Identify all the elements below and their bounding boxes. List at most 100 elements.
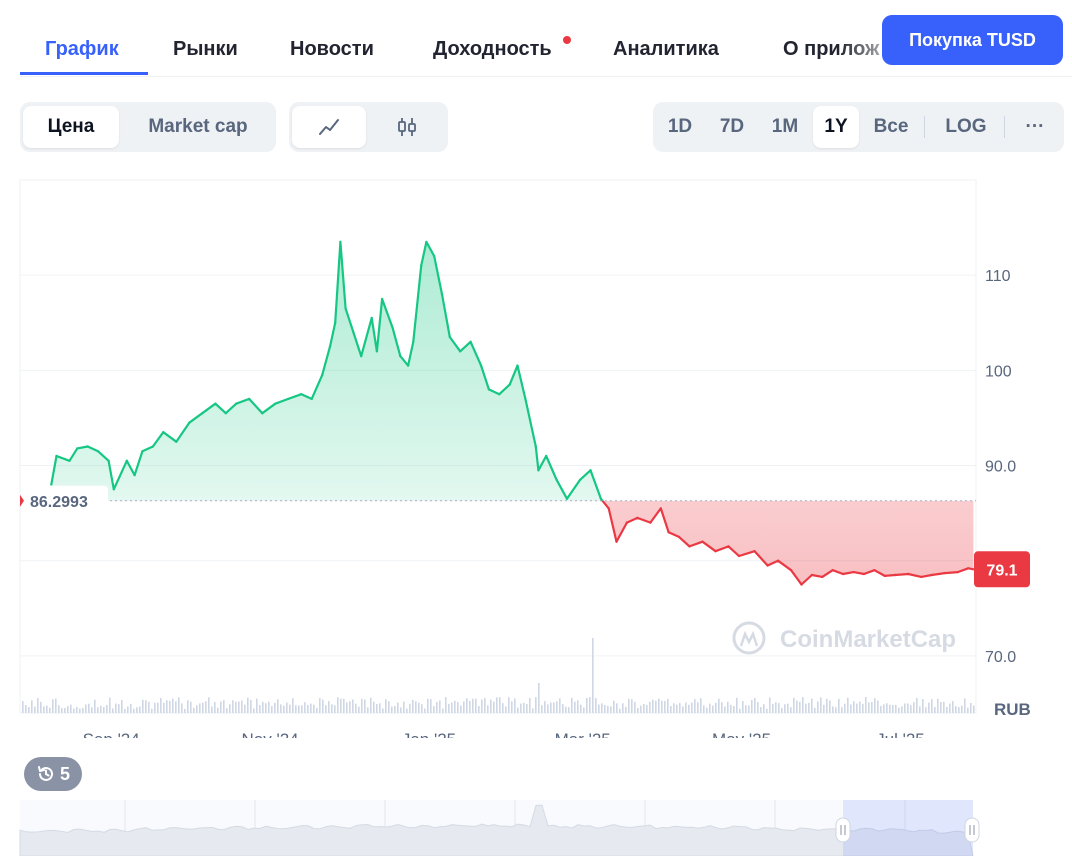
volume-bar xyxy=(898,707,900,713)
volume-bar xyxy=(124,708,126,713)
range-all-button[interactable]: Все xyxy=(864,106,918,148)
volume-bar xyxy=(94,699,96,713)
volume-bar xyxy=(397,702,399,713)
volume-bar xyxy=(439,700,441,713)
volume-bar xyxy=(34,706,36,713)
x-tick-label: Sep '24 xyxy=(83,730,140,738)
volume-bar xyxy=(40,701,42,713)
volume-bar xyxy=(748,705,750,713)
volume-bar xyxy=(436,701,438,713)
price-point xyxy=(352,331,355,334)
volume-bar xyxy=(658,698,660,713)
history-count: 5 xyxy=(59,763,70,784)
volume-bar xyxy=(247,697,249,713)
volume-bar xyxy=(340,698,342,713)
volume-bar xyxy=(238,701,240,713)
tab-chart[interactable]: График xyxy=(45,38,119,61)
volume-bar xyxy=(781,707,783,713)
tab-news[interactable]: Новости xyxy=(290,38,374,61)
volume-bar xyxy=(652,699,654,713)
volume-bar xyxy=(127,706,129,713)
price-point xyxy=(141,450,144,453)
volume-bar xyxy=(493,701,495,713)
price-button[interactable]: Цена xyxy=(23,106,119,148)
volume-bar xyxy=(802,697,804,713)
volume-bar xyxy=(97,707,99,713)
range-7d-button[interactable]: 7D xyxy=(707,106,757,148)
volume-bar xyxy=(814,707,816,713)
volume-bar xyxy=(448,703,450,713)
history-badge[interactable]: 5 xyxy=(24,757,82,791)
price-point xyxy=(287,397,290,401)
volume-bar xyxy=(874,698,876,713)
volume-bar xyxy=(445,697,447,713)
volume-bar xyxy=(604,705,606,713)
volume-bar xyxy=(574,701,576,713)
volume-bar xyxy=(895,704,897,713)
navigator-handle-right xyxy=(964,817,980,843)
buy-button[interactable]: Покупка TUSD xyxy=(882,15,1063,65)
volume-bar xyxy=(301,705,303,713)
tab-markets[interactable]: Рынки xyxy=(173,38,238,61)
volume-bar xyxy=(805,703,807,713)
volume-bar xyxy=(334,705,336,713)
volume-bar xyxy=(421,704,423,713)
price-point xyxy=(649,521,652,524)
range-1m-button[interactable]: 1M xyxy=(761,106,809,148)
price-point xyxy=(841,572,845,576)
tab-yield[interactable]: Доходность xyxy=(433,38,552,61)
volume-bar xyxy=(772,703,774,713)
candlestick-button[interactable] xyxy=(369,106,445,148)
line-chart-button[interactable] xyxy=(292,106,366,148)
volume-bar xyxy=(766,708,768,713)
volume-bar xyxy=(700,698,702,713)
volume-bar xyxy=(679,703,681,713)
tab-analytics[interactable]: Аналитика xyxy=(613,38,719,61)
volume-bar xyxy=(442,708,444,713)
range-1y-button[interactable]: 1Y xyxy=(813,106,859,148)
volume-bar xyxy=(367,707,369,713)
volume-bar xyxy=(79,708,81,713)
volume-bar xyxy=(916,697,918,713)
volume-bar xyxy=(469,700,471,713)
volume-bar xyxy=(967,707,969,713)
volume-bar xyxy=(754,698,756,713)
range-1d-button[interactable]: 1D xyxy=(657,106,703,148)
volume-bar xyxy=(88,703,90,713)
volume-bar xyxy=(712,705,714,713)
price-point xyxy=(727,545,730,548)
volume-bar xyxy=(715,702,717,713)
volume-bar xyxy=(511,701,513,713)
price-point xyxy=(800,583,803,586)
volume-bar xyxy=(961,705,963,713)
volume-bar xyxy=(325,705,327,713)
volume-bar xyxy=(70,704,72,713)
volume-bar xyxy=(310,703,312,713)
volume-bar xyxy=(433,706,435,713)
currency-label: RUB xyxy=(994,700,1031,719)
volume-bar xyxy=(547,704,549,713)
volume-bar xyxy=(949,703,951,713)
volume-bar xyxy=(532,708,534,713)
price-point xyxy=(907,572,910,576)
more-options-button[interactable]: ··· xyxy=(1010,106,1060,148)
price-point xyxy=(201,412,204,415)
volume-bar xyxy=(550,702,552,713)
price-point xyxy=(370,316,373,320)
volume-bar xyxy=(121,699,123,713)
volume-bar xyxy=(31,700,33,713)
volume-bar xyxy=(718,698,720,713)
volume-bar xyxy=(463,701,465,713)
navigator-selection xyxy=(843,800,973,856)
price-chart[interactable]: 70.0 90.0 100 110 CoinMarketCap 86.2993 79.1 RU… xyxy=(0,178,1072,749)
baseline-label: 86.2993 xyxy=(30,494,88,511)
volume-bar xyxy=(910,705,912,713)
volume-bar xyxy=(322,699,324,713)
price-point xyxy=(831,569,834,572)
log-scale-button[interactable]: LOG xyxy=(933,106,999,148)
market-cap-button[interactable]: Market cap xyxy=(126,106,270,148)
volume-bar xyxy=(892,705,894,713)
range-navigator[interactable] xyxy=(0,798,1072,857)
volume-bar xyxy=(67,706,69,713)
volume-bar xyxy=(622,703,624,713)
